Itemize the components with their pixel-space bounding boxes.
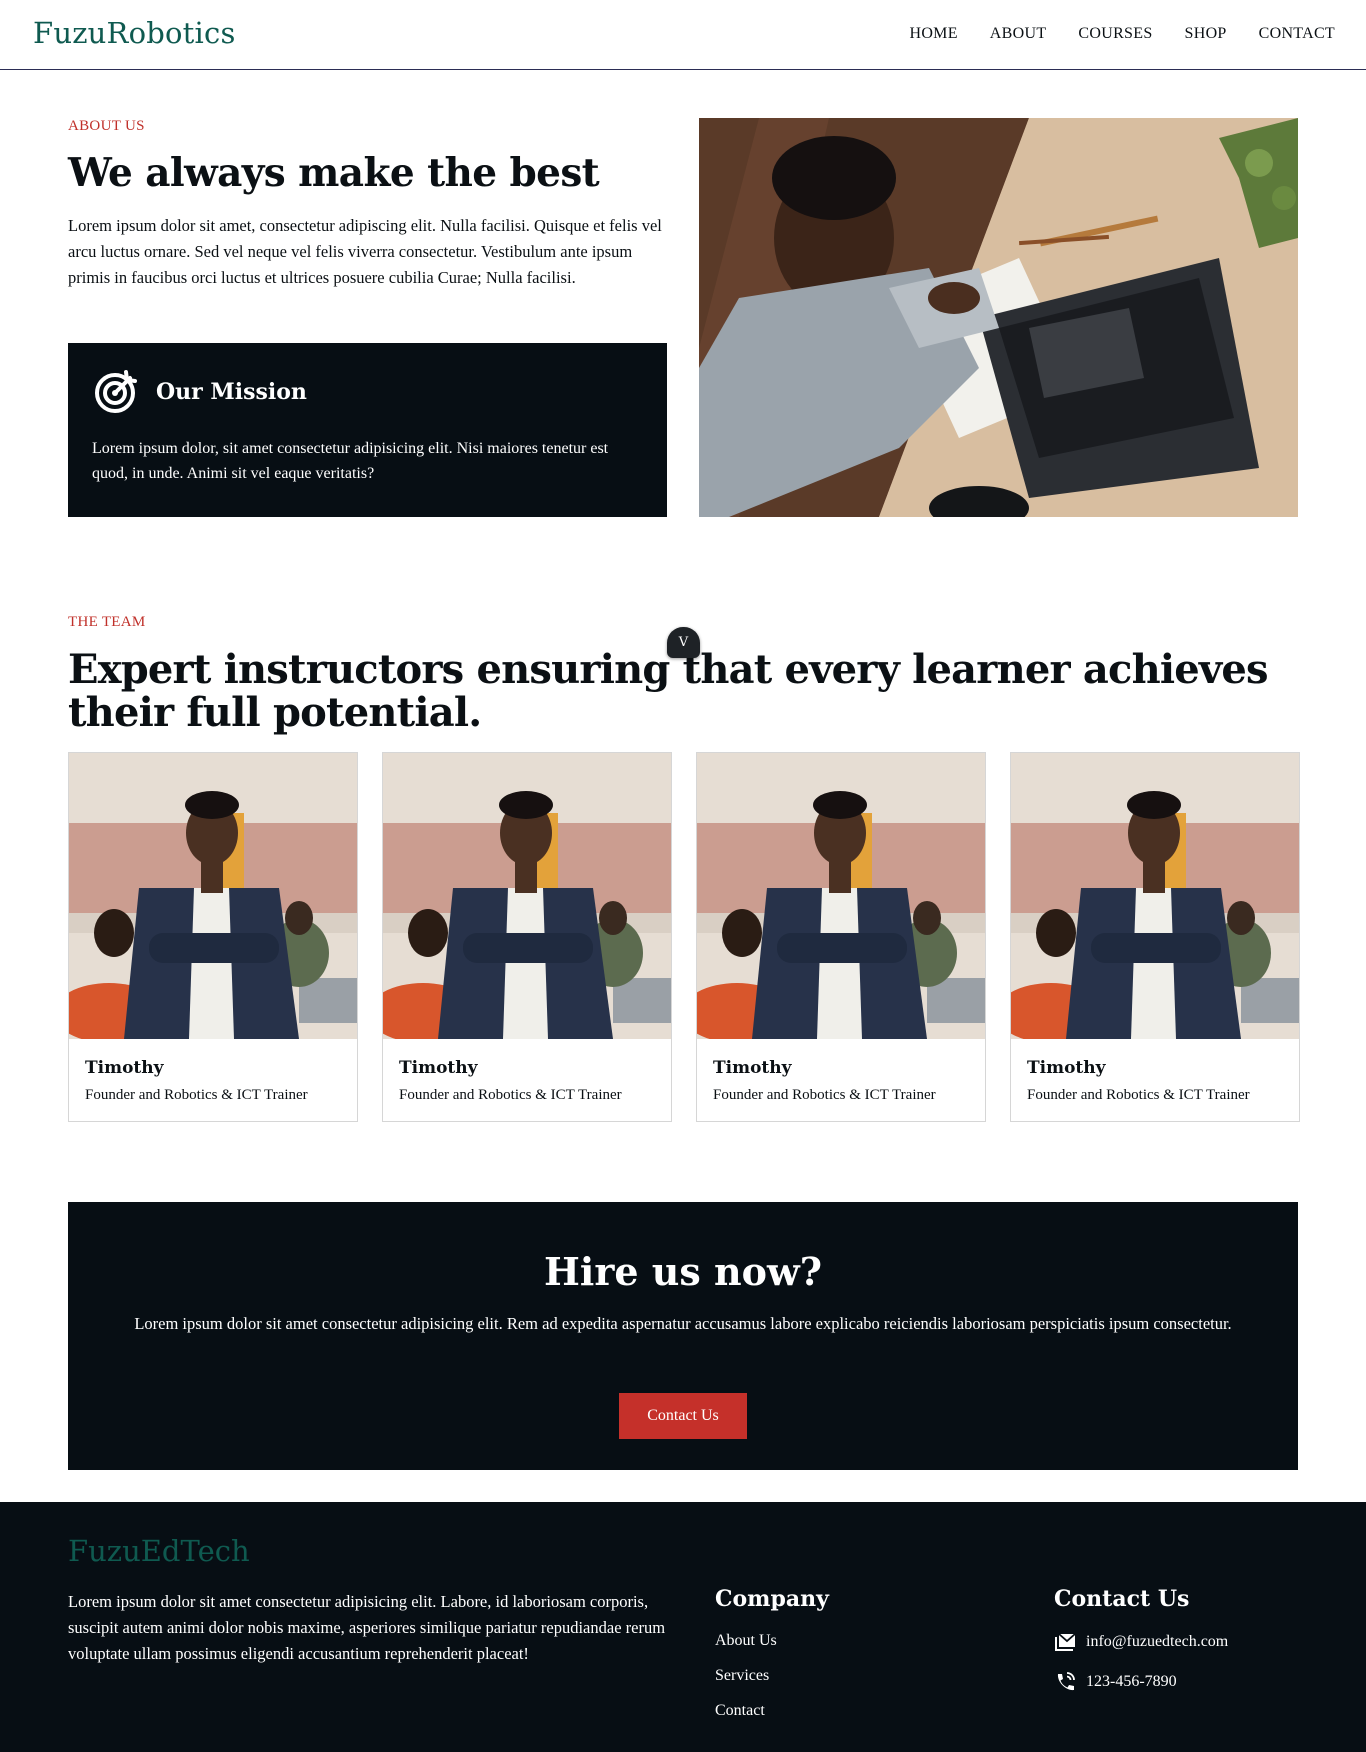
member-role: Founder and Robotics & ICT Trainer — [399, 1087, 622, 1103]
team-card[interactable]: Timothy Founder and Robotics & ICT Train… — [1010, 752, 1300, 1122]
about-eyebrow: ABOUT US — [68, 118, 145, 134]
site-logo[interactable]: FuzuRobotics — [33, 16, 236, 50]
mail-icon — [1054, 1631, 1076, 1653]
contact-email-text: info@fuzuedtech.com — [1086, 1633, 1229, 1650]
footer-link-contact[interactable]: Contact — [715, 1702, 765, 1720]
member-name: Timothy — [713, 1058, 792, 1078]
nav-about[interactable]: ABOUT — [990, 25, 1047, 43]
contact-phone-text: 123-456-7890 — [1086, 1673, 1177, 1690]
about-title: We always make the best — [68, 150, 600, 196]
contact-email[interactable]: info@fuzuedtech.com — [1054, 1631, 1228, 1653]
mission-box: Our Mission Lorem ipsum dolor, sit amet … — [68, 343, 667, 517]
about-text: Lorem ipsum dolor sit amet, consectetur … — [68, 216, 662, 287]
hire-text: Lorem ipsum dolor sit amet consectetur a… — [134, 1314, 1232, 1333]
contact-heading: Contact Us — [1054, 1586, 1190, 1612]
member-name: Timothy — [1027, 1058, 1106, 1078]
member-role: Founder and Robotics & ICT Trainer — [85, 1087, 308, 1103]
member-role: Founder and Robotics & ICT Trainer — [713, 1087, 936, 1103]
member-photo — [69, 753, 357, 1039]
team-card[interactable]: Timothy Founder and Robotics & ICT Train… — [68, 752, 358, 1122]
scroll-badge[interactable]: V — [667, 627, 700, 658]
member-name: Timothy — [85, 1058, 164, 1078]
member-role: Founder and Robotics & ICT Trainer — [1027, 1087, 1250, 1103]
site-footer: FuzuEdTech Lorem ipsum dolor sit amet co… — [0, 1502, 1366, 1752]
site-header: FuzuRobotics HOME ABOUT COURSES SHOP CON… — [0, 0, 1366, 70]
team-cards: Timothy Founder and Robotics & ICT Train… — [68, 752, 1300, 1122]
phone-icon — [1054, 1671, 1076, 1693]
member-name: Timothy — [399, 1058, 478, 1078]
team-card[interactable]: Timothy Founder and Robotics & ICT Train… — [382, 752, 672, 1122]
member-photo — [697, 753, 985, 1039]
nav-home[interactable]: HOME — [909, 25, 957, 43]
team-card[interactable]: Timothy Founder and Robotics & ICT Train… — [696, 752, 986, 1122]
contact-us-button[interactable]: Contact Us — [619, 1393, 747, 1439]
mission-text: Lorem ipsum dolor, sit amet consectetur … — [92, 440, 609, 482]
footer-text: Lorem ipsum dolor sit amet consectetur a… — [68, 1592, 666, 1663]
about-photo — [699, 118, 1298, 517]
hire-banner: Hire us now? Lorem ipsum dolor sit amet … — [68, 1202, 1298, 1470]
company-heading: Company — [715, 1586, 829, 1612]
nav-contact[interactable]: CONTACT — [1259, 25, 1335, 43]
main-nav: HOME ABOUT COURSES SHOP CONTACT — [909, 25, 1335, 43]
footer-brand[interactable]: FuzuEdTech — [68, 1534, 250, 1568]
nav-shop[interactable]: SHOP — [1185, 25, 1227, 43]
team-eyebrow: THE TEAM — [68, 614, 146, 630]
footer-link-services[interactable]: Services — [715, 1667, 769, 1685]
team-title: Expert instructors ensuring that every l… — [68, 646, 1269, 736]
member-photo — [1011, 753, 1299, 1039]
hire-title: Hire us now? — [544, 1249, 822, 1294]
contact-phone[interactable]: 123-456-7890 — [1054, 1671, 1177, 1693]
footer-link-about[interactable]: About Us — [715, 1632, 777, 1650]
mission-title: Our Mission — [156, 379, 307, 405]
member-photo — [383, 753, 671, 1039]
nav-courses[interactable]: COURSES — [1078, 25, 1152, 43]
